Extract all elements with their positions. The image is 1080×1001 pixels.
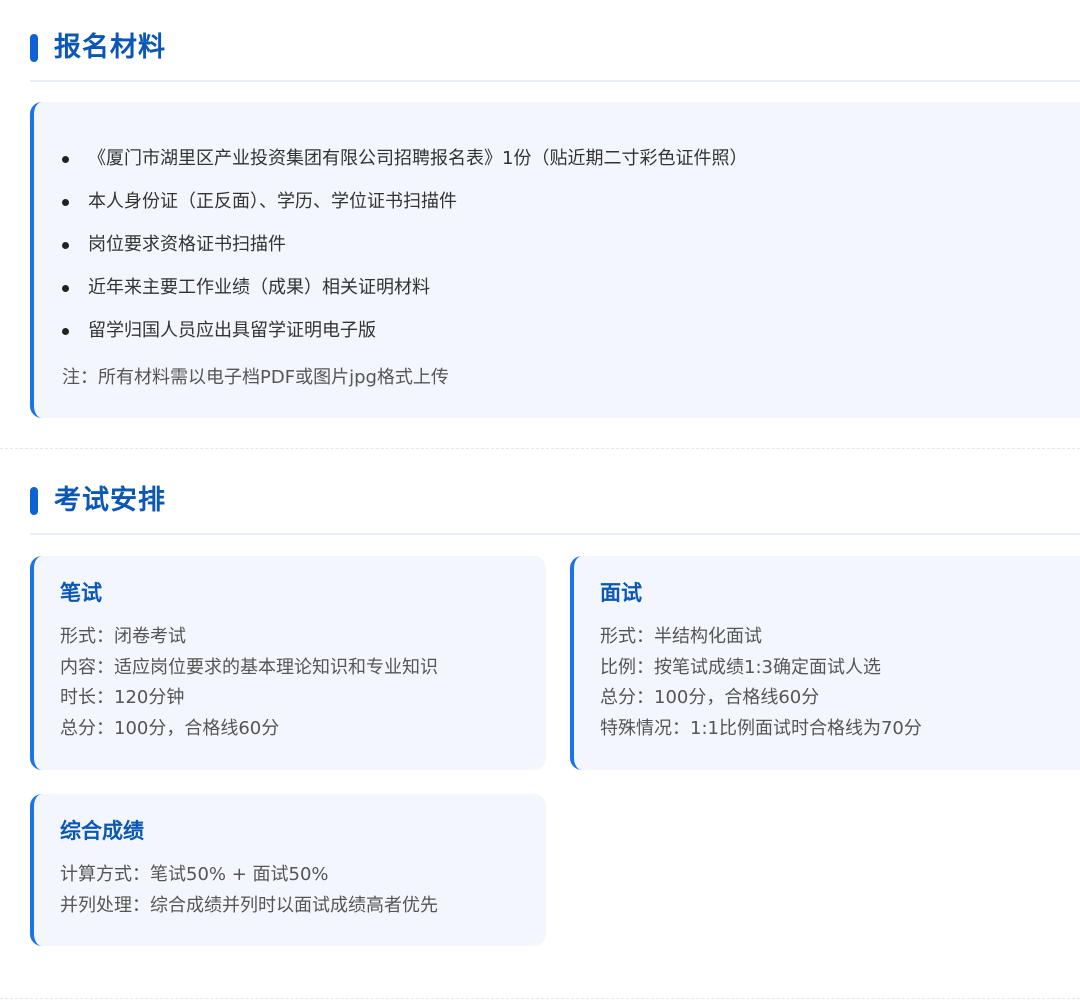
section-materials: 报名材料 <box>30 32 1080 82</box>
card-line: 形式：半结构化面试 <box>600 626 762 647</box>
list-item: 《厦门市湖里区产业投资集团有限公司招聘报名表》1份（贴近期二寸彩色证件照） <box>62 148 1080 191</box>
card-title-written: 笔试 <box>60 581 102 605</box>
section-divider <box>0 998 1080 999</box>
list-item: 本人身份证（正反面）、学历、学位证书扫描件 <box>62 191 1080 234</box>
list-item-text: 岗位要求资格证书扫描件 <box>88 234 286 255</box>
list-item: 留学归国人员应出具留学证明电子版 <box>62 320 1080 363</box>
page: 报名材料 《厦门市湖里区产业投资集团有限公司招聘报名表》1份（贴近期二寸彩色证件… <box>0 0 1080 1001</box>
list-item-text: 本人身份证（正反面）、学历、学位证书扫描件 <box>88 191 457 212</box>
card-line: 并列处理：综合成绩并列时以面试成绩高者优先 <box>60 894 438 916</box>
card-line: 总分：100分，合格线60分 <box>60 717 280 739</box>
list-item: 近年来主要工作业绩（成果）相关证明材料 <box>62 277 1080 320</box>
list-item-text: 留学归国人员应出具留学证明电子版 <box>88 320 376 341</box>
section-divider <box>0 448 1080 449</box>
list-item: 岗位要求资格证书扫描件 <box>62 234 1080 277</box>
card-title-interview: 面试 <box>600 581 642 605</box>
bullet-icon <box>62 285 69 292</box>
section-accent-bar <box>30 34 38 62</box>
materials-note: 注：所有材料需以电子档PDF或图片jpg格式上传 <box>62 367 449 388</box>
bullet-icon <box>62 199 69 206</box>
card-line: 形式：闭卷考试 <box>60 626 186 647</box>
card-line: 特殊情况：1:1比例面试时合格线为70分 <box>600 717 922 739</box>
card-line: 比例：按笔试成绩1:3确定面试人选 <box>600 656 881 678</box>
section-exam: 考试安排 <box>30 485 1080 535</box>
card-line: 计算方式：笔试50% + 面试50% <box>60 864 329 885</box>
materials-card: 《厦门市湖里区产业投资集团有限公司招聘报名表》1份（贴近期二寸彩色证件照） 本人… <box>30 102 1080 418</box>
bullet-icon <box>62 242 69 249</box>
card-line: 时长：120分钟 <box>60 687 185 708</box>
written-exam-card: 笔试 形式：闭卷考试 内容：适应岗位要求的基本理论知识和专业知识 时长：120分… <box>30 556 546 770</box>
section-header-materials: 报名材料 <box>30 32 1080 82</box>
card-line: 总分：100分，合格线60分 <box>600 687 820 708</box>
list-item-text: 《厦门市湖里区产业投资集团有限公司招聘报名表》1份（贴近期二寸彩色证件照） <box>88 148 748 169</box>
section-title-exam: 考试安排 <box>54 485 166 516</box>
card-title-overall: 综合成绩 <box>60 819 144 843</box>
section-accent-bar <box>30 487 38 515</box>
card-line: 内容：适应岗位要求的基本理论知识和专业知识 <box>60 656 438 678</box>
list-item-text: 近年来主要工作业绩（成果）相关证明材料 <box>88 277 430 298</box>
interview-card: 面试 形式：半结构化面试 比例：按笔试成绩1:3确定面试人选 总分：100分，合… <box>570 556 1080 770</box>
section-header-exam: 考试安排 <box>30 485 1080 535</box>
bullet-icon <box>62 156 69 163</box>
overall-score-card: 综合成绩 计算方式：笔试50% + 面试50% 并列处理：综合成绩并列时以面试成… <box>30 794 546 946</box>
bullet-icon <box>62 328 69 335</box>
materials-list: 《厦门市湖里区产业投资集团有限公司招聘报名表》1份（贴近期二寸彩色证件照） 本人… <box>62 148 1080 363</box>
section-title-materials: 报名材料 <box>54 32 166 63</box>
